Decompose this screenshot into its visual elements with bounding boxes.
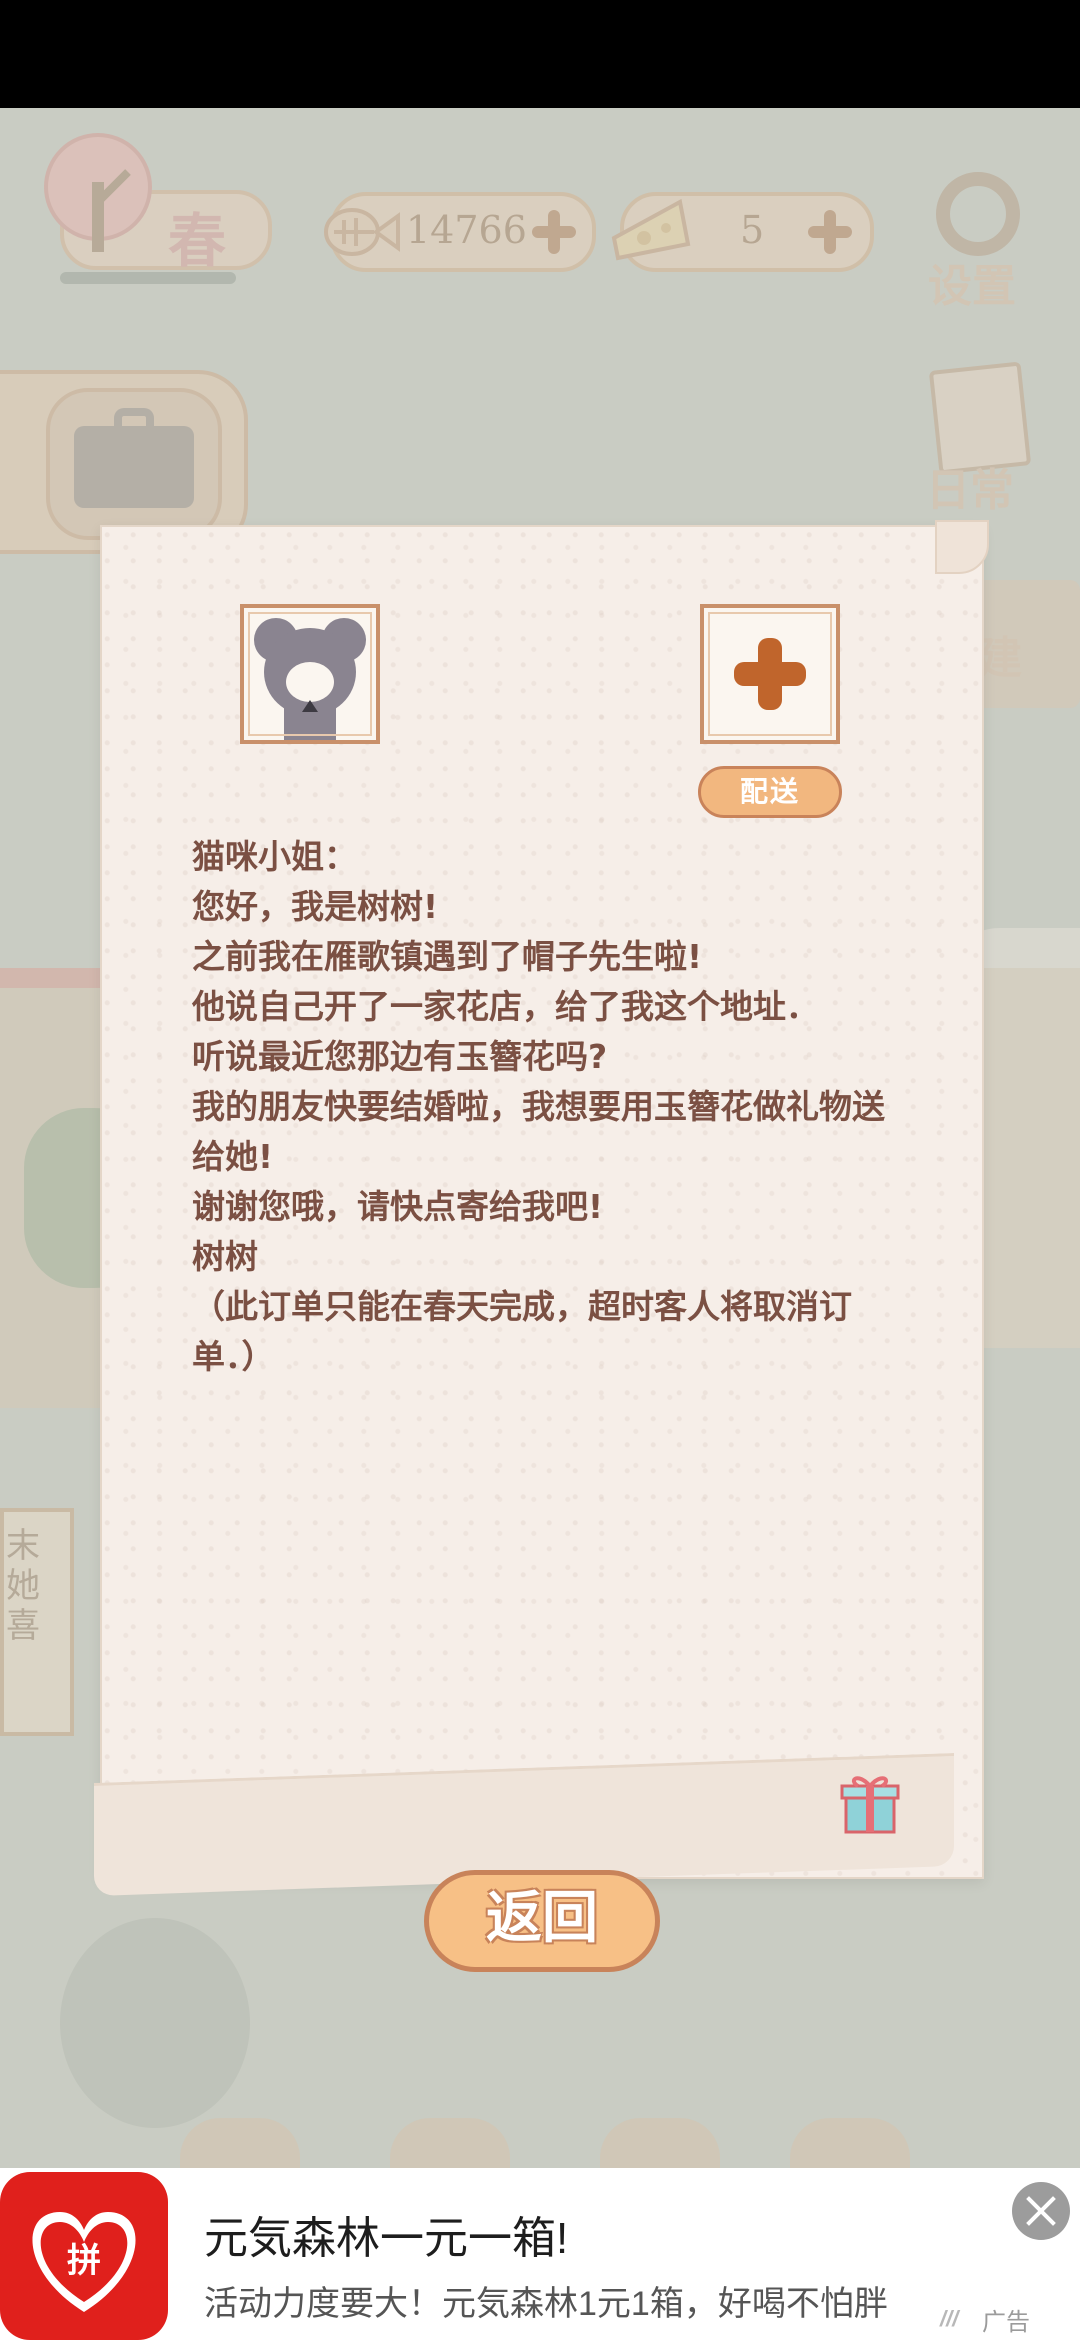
fish-count: 14766 <box>406 208 527 252</box>
letter-line: 谢谢您哦，请快点寄给我吧! <box>192 1187 604 1226</box>
shop-sign-text: 末她喜 <box>6 1526 40 1646</box>
app-logo-graphic: 拼 <box>32 2212 136 2312</box>
add-cheese-button[interactable] <box>806 208 854 256</box>
nav-item[interactable] <box>390 2118 510 2168</box>
letter-line: 树树 <box>192 1237 258 1276</box>
logo-text: 拼 <box>67 2241 101 2281</box>
gear-icon <box>936 172 1020 256</box>
plus-icon <box>734 638 806 710</box>
settings-button[interactable]: 设置 <box>922 166 1038 312</box>
add-fish-button[interactable] <box>530 208 578 256</box>
letter-body: 猫咪小姐： 您好，我是树树! 之前我在雁歌镇遇到了帽子先生啦! 他说自己开了一家… <box>192 832 912 1382</box>
nav-item[interactable] <box>180 2118 300 2168</box>
nav-item[interactable] <box>600 2118 720 2168</box>
season-progress-bar <box>60 272 236 284</box>
fish-counter: 14766 <box>324 192 596 272</box>
letter-line: （此订单只能在春天完成，超时客人将取消订单．） <box>192 1287 852 1376</box>
season-label: 春 <box>168 207 227 275</box>
return-button[interactable]: 返回 <box>424 1870 660 1972</box>
cheese-count: 5 <box>740 208 765 252</box>
ad-description: 活动力度要大！元気森林1元1箱，好喝不怕胖 <box>204 2285 888 2323</box>
deliver-button[interactable]: 配送 <box>698 766 842 818</box>
daily-label: 日常 <box>926 465 1014 516</box>
briefcase-icon <box>74 408 194 508</box>
ad-banner[interactable]: 拼 元気森林一元一箱! 活动力度要大！元気森林1元1箱，好喝不怕胖 <box>0 2168 1080 2340</box>
ad-label: 广告 <box>982 2309 1030 2336</box>
build-label: 建 <box>978 633 1022 684</box>
ad-title[interactable]: 元気森林一元一箱! <box>204 2202 568 2266</box>
letter-line: 猫咪小姐： <box>192 837 357 876</box>
letter-line: 之前我在雁歌镇遇到了帽子先生啦! <box>192 937 703 976</box>
cheese-counter: 5 <box>611 192 874 272</box>
pinduoduo-logo-icon: 拼 <box>0 2172 168 2340</box>
bottom-nav <box>150 2118 950 2168</box>
letter-line: 我的朋友快要结婚啦，我想要用玉簪花做礼物送给她! <box>192 1087 885 1176</box>
bag-button-frame <box>46 388 222 540</box>
fish-bone-icon <box>324 208 400 256</box>
daily-button[interactable]: 日常 <box>924 361 1042 516</box>
peacock-character <box>60 1918 250 2128</box>
letter-line: 他说自己开了一家花店，给了我这个地址． <box>192 987 819 1026</box>
tree-icon <box>44 133 152 252</box>
ad-network-mark: /// <box>940 2306 959 2331</box>
nav-item[interactable] <box>790 2118 910 2168</box>
gift-icon[interactable] <box>840 1770 900 1834</box>
customer-avatar <box>240 604 380 744</box>
settings-label: 设置 <box>928 261 1016 312</box>
status-bar <box>0 0 1080 108</box>
cheese-icon <box>611 198 691 261</box>
letter-line: 您好，我是树树! <box>192 887 439 926</box>
ad-close-icon[interactable] <box>1012 2182 1070 2240</box>
customer-silhouette-icon <box>254 618 366 740</box>
add-item-slot[interactable] <box>700 604 840 744</box>
letter-line: 听说最近您那边有玉簪花吗? <box>192 1037 608 1076</box>
